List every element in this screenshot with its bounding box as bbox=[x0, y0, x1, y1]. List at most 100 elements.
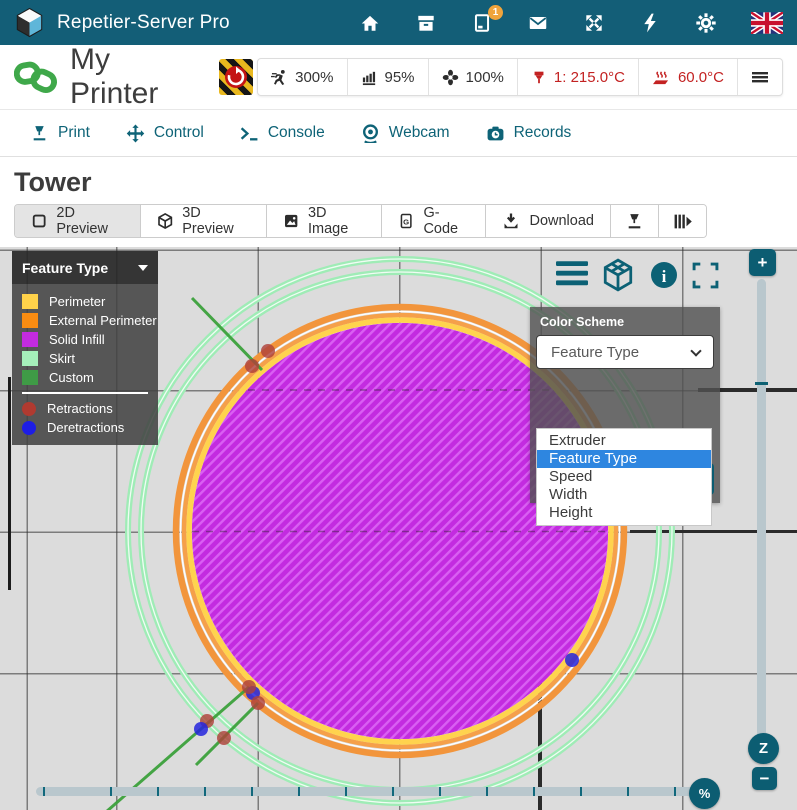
layer-play-button[interactable] bbox=[659, 205, 706, 237]
gcode-file-icon: G bbox=[398, 212, 414, 230]
legend-item: Deretractions bbox=[22, 418, 158, 437]
layer-down-button[interactable]: − bbox=[752, 767, 777, 790]
power-actions-icon[interactable] bbox=[639, 12, 661, 34]
info-button[interactable]: i bbox=[650, 261, 678, 294]
chevron-down-icon bbox=[138, 265, 148, 271]
printer-status-bar: 300% 95% 100% 1: 215.0°C 60.0°C bbox=[257, 58, 783, 96]
color-scheme-dropdown-list: Extruder Feature Type Speed Width Height bbox=[536, 428, 712, 526]
heated-bed-icon bbox=[652, 69, 671, 86]
bed-temperature[interactable]: 60.0°C bbox=[639, 59, 738, 95]
perimeter-swatch bbox=[22, 294, 38, 309]
fan-speed[interactable]: 100% bbox=[429, 59, 518, 95]
legend-item: Custom bbox=[22, 368, 158, 387]
retractions-dot bbox=[22, 402, 36, 416]
preview-menu-button[interactable] bbox=[556, 260, 588, 293]
job-title: Tower bbox=[0, 157, 797, 204]
printer-name: My Printer bbox=[70, 43, 201, 111]
percent-mode-button[interactable]: % bbox=[689, 778, 720, 809]
3d-preview-button[interactable]: 3D Preview bbox=[141, 205, 267, 237]
extruder-temperature[interactable]: 1: 215.0°C bbox=[518, 59, 639, 95]
2d-preview-button[interactable]: 2D Preview bbox=[15, 205, 141, 237]
gcode-button[interactable]: G G-Code bbox=[382, 205, 486, 237]
cube-icon bbox=[602, 258, 634, 292]
layers-play-icon bbox=[673, 212, 692, 231]
deretractions-dot bbox=[22, 421, 36, 435]
notification-badge: 1 bbox=[488, 5, 503, 20]
z-mode-button[interactable]: Z bbox=[748, 733, 779, 764]
solid-infill-swatch bbox=[22, 332, 38, 347]
webcam-tab-icon bbox=[361, 124, 380, 143]
layer-up-button[interactable]: + bbox=[749, 249, 776, 276]
settings-gear-icon[interactable] bbox=[695, 12, 717, 34]
option-height[interactable]: Height bbox=[537, 504, 711, 522]
layer-slider-handle[interactable] bbox=[755, 382, 768, 385]
skirt-swatch bbox=[22, 351, 38, 366]
progress-slider-track[interactable] bbox=[36, 787, 714, 796]
control-tab-icon bbox=[126, 124, 145, 143]
hamburger-icon bbox=[556, 260, 588, 288]
archive-box-icon[interactable] bbox=[415, 12, 437, 34]
svg-text:i: i bbox=[662, 267, 667, 286]
tab-print[interactable]: Print bbox=[30, 124, 90, 143]
color-scheme-select[interactable]: Feature Type bbox=[536, 335, 714, 369]
2d-square-icon bbox=[31, 212, 47, 230]
image-icon bbox=[283, 212, 299, 230]
tab-records[interactable]: Records bbox=[486, 124, 572, 143]
legend-header-dropdown[interactable]: Feature Type bbox=[12, 251, 158, 284]
records-tab-icon bbox=[486, 124, 505, 143]
tab-webcam[interactable]: Webcam bbox=[361, 124, 450, 143]
fan-icon bbox=[442, 69, 459, 86]
print-tab-icon bbox=[30, 124, 49, 143]
nozzle-icon bbox=[625, 212, 644, 231]
legend-divider bbox=[22, 392, 148, 394]
console-tab-icon bbox=[240, 124, 259, 143]
option-extruder[interactable]: Extruder bbox=[537, 432, 711, 450]
home-icon[interactable] bbox=[359, 12, 381, 34]
hamburger-menu-icon bbox=[751, 68, 769, 86]
extruder-icon bbox=[531, 69, 547, 85]
option-speed[interactable]: Speed bbox=[537, 468, 711, 486]
download-button[interactable]: Download bbox=[486, 205, 611, 237]
info-icon: i bbox=[650, 261, 678, 289]
printer-header: My Printer 300% 95% 100% 1: 215.0°C 60.0… bbox=[0, 45, 797, 110]
chevron-down-icon bbox=[690, 345, 701, 356]
speed-icon bbox=[271, 69, 288, 86]
fullscreen-brackets-icon bbox=[692, 262, 719, 289]
3d-cube-icon bbox=[157, 212, 173, 230]
tab-control[interactable]: Control bbox=[126, 124, 204, 143]
3d-view-toggle-button[interactable] bbox=[602, 258, 634, 297]
reprint-button[interactable] bbox=[611, 205, 659, 237]
top-navbar: Repetier-Server Pro 1 bbox=[0, 0, 797, 45]
color-scheme-label: Color Scheme bbox=[530, 307, 720, 335]
language-flag-icon[interactable] bbox=[751, 12, 783, 34]
emergency-stop-button[interactable] bbox=[219, 59, 253, 95]
legend-item: Perimeter bbox=[22, 292, 158, 311]
flow-icon bbox=[361, 69, 378, 86]
legend-item: Skirt bbox=[22, 349, 158, 368]
3d-image-button[interactable]: 3D Image bbox=[267, 205, 382, 237]
messages-icon[interactable] bbox=[527, 12, 549, 34]
option-feature-type[interactable]: Feature Type bbox=[537, 450, 711, 468]
download-icon bbox=[502, 212, 520, 230]
flow-multiplier[interactable]: 95% bbox=[348, 59, 429, 95]
fit-view-button[interactable] bbox=[692, 262, 719, 294]
svg-text:G: G bbox=[403, 217, 409, 226]
external-perimeter-swatch bbox=[22, 313, 38, 328]
print-queue-icon[interactable]: 1 bbox=[471, 12, 493, 34]
tab-console[interactable]: Console bbox=[240, 124, 325, 143]
app-title: Repetier-Server Pro bbox=[57, 12, 230, 34]
layer-slider-track[interactable] bbox=[757, 279, 766, 737]
printer-tabs: Print Control Console Webcam Records bbox=[0, 110, 797, 157]
repetier-logo-icon[interactable] bbox=[14, 7, 45, 38]
feature-type-legend: Feature Type Perimeter External Perimete… bbox=[12, 251, 158, 445]
printer-menu-button[interactable] bbox=[738, 59, 782, 95]
option-width[interactable]: Width bbox=[537, 486, 711, 504]
speed-multiplier[interactable]: 300% bbox=[258, 59, 347, 95]
legend-item: Solid Infill bbox=[22, 330, 158, 349]
preview-mode-buttons: 2D Preview 3D Preview 3D Image G G-Code … bbox=[14, 204, 707, 238]
legend-item: Retractions bbox=[22, 399, 158, 418]
fullscreen-icon[interactable] bbox=[583, 12, 605, 34]
custom-swatch bbox=[22, 370, 38, 385]
gcode-2d-preview-canvas[interactable]: Feature Type Perimeter External Perimete… bbox=[0, 247, 797, 810]
printer-link-icon bbox=[14, 54, 58, 100]
